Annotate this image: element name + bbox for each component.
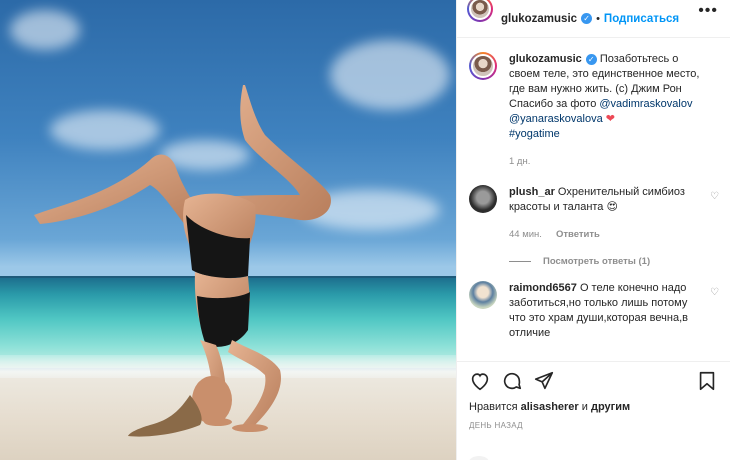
post-header: glukozamusic ✓ • Подписаться ••• (457, 0, 730, 38)
avatar[interactable] (469, 281, 497, 309)
caption-time[interactable]: 1 дн. (509, 154, 530, 169)
caption-meta: 1 дн. (509, 154, 704, 169)
separator: • (596, 12, 600, 25)
heart-emoji: ❤ (605, 113, 615, 125)
comment-body: raimond6567 О теле конечно надо заботить… (509, 281, 720, 341)
heart-icon[interactable]: ♡ (710, 191, 720, 202)
post-timestamp[interactable]: ДЕНЬ НАЗАД (469, 421, 718, 430)
post-panel: glukozamusic ✓ • Подписаться ••• glukoza… (456, 0, 730, 460)
comments-list[interactable]: glukozamusic ✓ Позаботьтесь о своем теле,… (457, 38, 730, 361)
caption-username[interactable]: glukozamusic (509, 53, 582, 65)
action-icons (469, 369, 718, 393)
comment-item: plush_ar Охренительный симбиоз красоты и… (469, 185, 720, 242)
follow-button[interactable]: Подписаться (604, 13, 679, 25)
caption: glukozamusic ✓ Позаботьтесь о своем теле,… (469, 52, 720, 169)
comment-icon[interactable] (501, 370, 523, 392)
header-username[interactable]: glukozamusic (501, 13, 577, 25)
avatar[interactable] (469, 185, 497, 213)
comment-time[interactable]: 44 мин. (509, 227, 542, 242)
avatar[interactable] (469, 52, 497, 80)
caption-body: glukozamusic ✓ Позаботьтесь о своем теле,… (509, 52, 720, 169)
view-replies-button[interactable]: Посмотреть ответы (1) (509, 256, 720, 267)
bookmark-icon[interactable] (696, 370, 718, 392)
comment-meta: 44 мин. Ответить (509, 227, 704, 242)
comment-username[interactable]: raimond6567 (509, 282, 577, 294)
verified-icon: ✓ (581, 13, 593, 24)
comment-username[interactable]: plush_ar (509, 186, 555, 198)
likes-others-button[interactable]: другим (591, 401, 630, 413)
likes-prefix: Нравится (469, 401, 518, 413)
mention-link[interactable]: @vadimraskovalov (599, 98, 692, 110)
emoji-icon[interactable] (469, 456, 489, 460)
likes-user[interactable]: alisasherer (521, 401, 579, 413)
mention-link[interactable]: @yanaraskovalova (509, 113, 603, 125)
post-photo[interactable] (0, 0, 456, 460)
view-replies-label: Посмотреть ответы (1) (543, 256, 651, 267)
comment-item: raimond6567 О теле конечно надо заботить… (469, 281, 720, 341)
avatar[interactable] (467, 0, 493, 22)
comment-body: plush_ar Охренительный симбиоз красоты и… (509, 185, 720, 242)
emoji: 😍 (606, 201, 618, 213)
hashtag-link[interactable]: #yogatime (509, 128, 560, 140)
likes-summary: Нравится alisasherer и другим (469, 401, 718, 413)
more-options-icon[interactable]: ••• (698, 2, 718, 20)
divider (509, 261, 531, 262)
reply-button[interactable]: Ответить (556, 227, 600, 242)
yoga-figure (34, 85, 331, 437)
likes-and: и (581, 401, 588, 413)
share-icon[interactable] (533, 370, 555, 392)
action-bar: Нравится alisasherer и другим ДЕНЬ НАЗАД (457, 361, 730, 460)
verified-icon: ✓ (585, 53, 597, 65)
heart-icon[interactable]: ♡ (710, 287, 720, 298)
heart-icon[interactable] (469, 370, 491, 392)
